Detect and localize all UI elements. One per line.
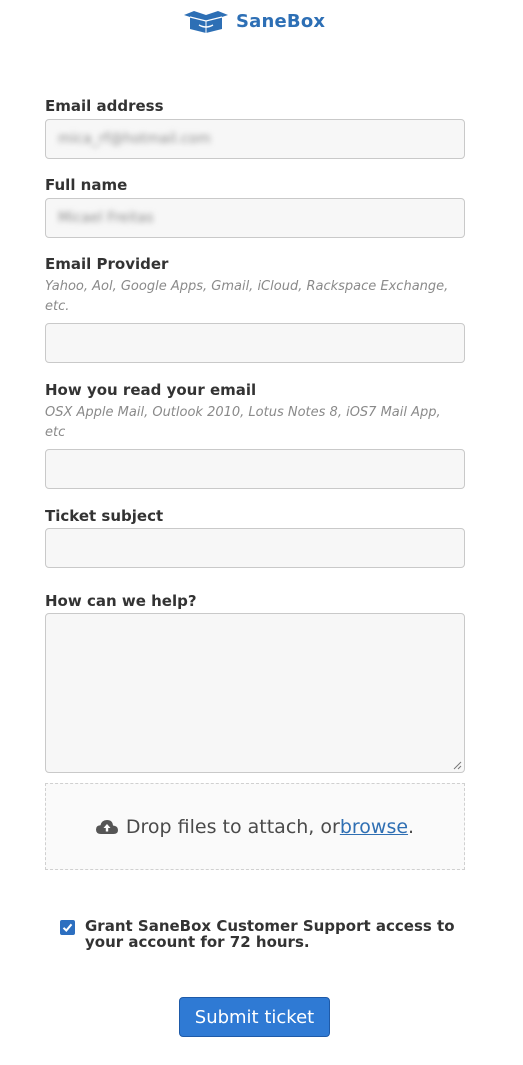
email-field-group: Email address mica_rf@hotmail.com (45, 97, 465, 159)
client-field[interactable] (45, 449, 465, 489)
provider-hint: Yahoo, Aol, Google Apps, Gmail, iCloud, … (45, 279, 449, 314)
help-label: How can we help? (45, 592, 197, 610)
browse-link[interactable]: browse (340, 816, 408, 838)
brand-name: SaneBox (236, 10, 326, 32)
provider-label: Email Provider (45, 255, 169, 273)
subject-field[interactable] (45, 528, 465, 568)
checkmark-icon (62, 923, 73, 932)
subject-field-group: Ticket subject (45, 507, 465, 568)
email-label: Email address (45, 97, 164, 115)
full-name-field[interactable]: Micael Freitas (45, 198, 465, 238)
email-value: mica_rf@hotmail.com (58, 131, 211, 147)
consent-row: Grant SaneBox Customer Support access to… (60, 918, 460, 950)
consent-label: Grant SaneBox Customer Support access to… (85, 917, 455, 951)
sanebox-logo: SaneBox (182, 8, 325, 34)
cloud-upload-icon (95, 819, 118, 834)
full-name-label: Full name (45, 176, 128, 194)
sanebox-box-icon (184, 11, 228, 33)
dropzone-text: Drop files to attach, or (125, 815, 340, 838)
provider-field[interactable] (45, 323, 465, 363)
full-name-field-group: Full name Micael Freitas (45, 176, 465, 238)
client-label: How you read your email (45, 381, 257, 399)
subject-label: Ticket subject (45, 507, 164, 525)
attachment-dropzone[interactable]: Drop files to attach, or browse. (45, 783, 465, 870)
provider-field-group: Email Provider Yahoo, Aol, Google Apps, … (45, 255, 465, 363)
submit-ticket-button[interactable]: Submit ticket (179, 997, 330, 1037)
help-field-group: How can we help? (45, 592, 465, 773)
email-field[interactable]: mica_rf@hotmail.com (45, 119, 465, 159)
consent-checkbox[interactable] (60, 920, 75, 935)
client-field-group: How you read your email OSX Apple Mail, … (45, 381, 465, 489)
client-hint: OSX Apple Mail, Outlook 2010, Lotus Note… (45, 405, 441, 440)
dropzone-suffix: . (408, 815, 415, 838)
resize-grip-icon[interactable] (453, 761, 462, 770)
full-name-value: Micael Freitas (58, 210, 154, 226)
help-textarea[interactable] (45, 613, 465, 773)
